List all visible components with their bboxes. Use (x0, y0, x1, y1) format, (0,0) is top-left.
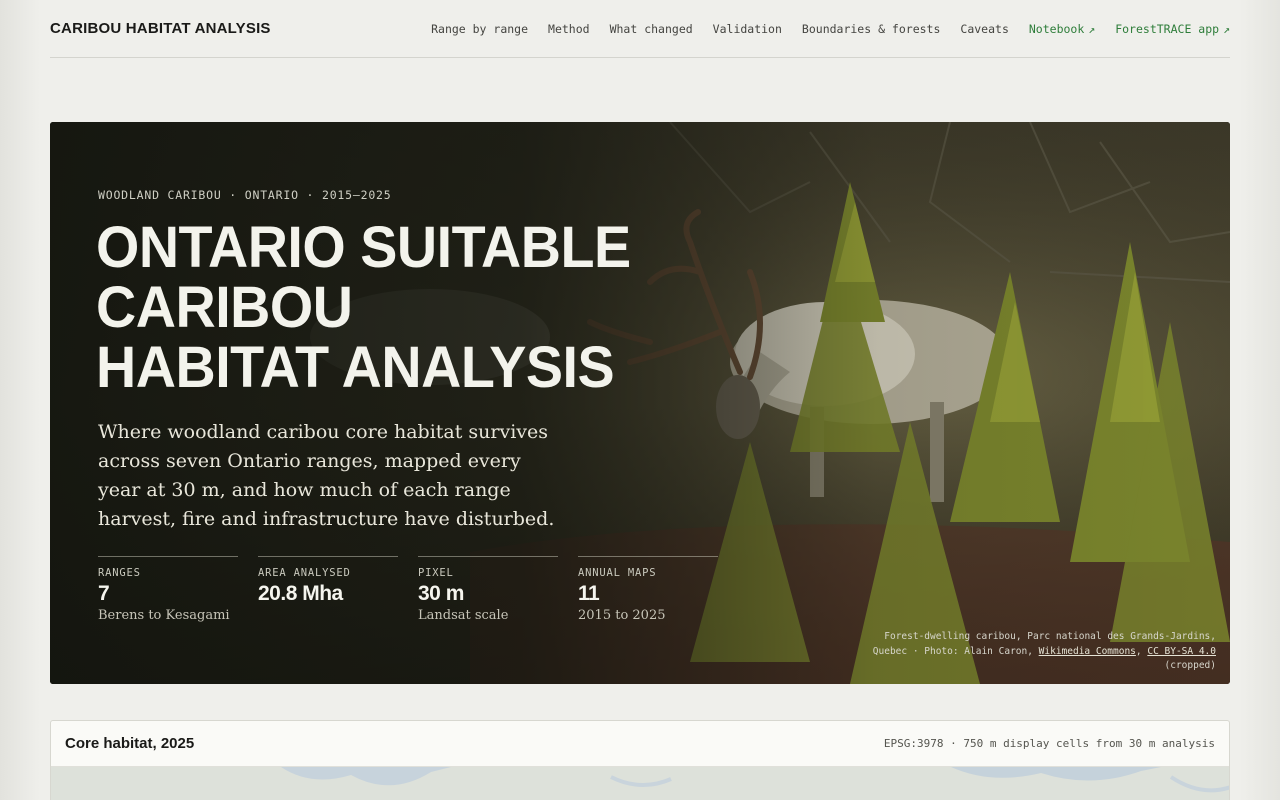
nav-method[interactable]: Method (548, 22, 590, 36)
card-header: Core habitat, 2025 EPSG:3978 · 750 m dis… (51, 721, 1229, 767)
credit-line: (cropped) (1164, 660, 1216, 671)
nav-what-changed[interactable]: What changed (610, 22, 693, 36)
stat-value: 20.8 Mha (258, 582, 343, 605)
photo-credit: Forest-dwelling caribou, Parc national d… (836, 630, 1216, 674)
stat-label: PIXEL (418, 567, 454, 579)
hero-stats: RANGES 7 Berens to Kesagami AREA ANALYSE… (98, 556, 718, 623)
main-nav: Range by range Method What changed Valid… (431, 22, 1230, 36)
nav-validation[interactable]: Validation (713, 22, 782, 36)
credit-line: Forest-dwelling caribou, Parc national d… (884, 631, 1216, 642)
card-title: Core habitat, 2025 (65, 735, 195, 752)
license-link[interactable]: CC BY-SA 4.0 (1147, 646, 1216, 657)
card-meta: EPSG:3978 · 750 m display cells from 30 … (883, 737, 1215, 750)
stat-sub: Landsat scale (418, 608, 509, 623)
nav-notebook-label: Notebook (1028, 21, 1085, 36)
stat-label: ANNUAL MAPS (578, 567, 657, 579)
stat-pixel: PIXEL 30 m Landsat scale (418, 556, 558, 623)
stat-value: 7 (98, 582, 110, 605)
core-habitat-card: Core habitat, 2025 EPSG:3978 · 750 m dis… (50, 720, 1230, 800)
hero-section: WOODLAND CARIBOU · ONTARIO · 2015–2025 O… (50, 122, 1230, 684)
stat-label: RANGES (98, 567, 141, 579)
stat-area-analysed: AREA ANALYSED 20.8 Mha (258, 556, 398, 623)
nav-foresttrace-link[interactable]: ForestTRACE app ↗ (1115, 22, 1230, 36)
wikimedia-commons-link[interactable]: Wikimedia Commons (1039, 646, 1136, 657)
hero-lede: Where woodland caribou core habitat surv… (98, 421, 555, 530)
stat-annual-maps: ANNUAL MAPS 11 2015 to 2025 (578, 556, 718, 623)
habitat-map[interactable] (51, 767, 1230, 800)
page-edge-left (0, 0, 40, 800)
hero-title-line: ONTARIO SUITABLE (96, 215, 631, 280)
credit-line: Quebec · Photo: Alain Caron, Wikimedia C… (836, 645, 1216, 660)
hero-title: ONTARIO SUITABLE CARIBOU HABITAT ANALYSI… (96, 218, 672, 398)
hero-eyebrow: WOODLAND CARIBOU · ONTARIO · 2015–2025 (98, 188, 392, 202)
hero-title-line: HABITAT ANALYSIS (96, 335, 615, 400)
credit-separator: , (1135, 645, 1148, 657)
site-brand[interactable]: CARIBOU HABITAT ANALYSIS (50, 20, 271, 37)
stat-sub: Berens to Kesagami (98, 608, 230, 623)
credit-prefix: Quebec · Photo: Alain Caron, (872, 645, 1039, 657)
external-link-icon: ↗ (1088, 21, 1096, 36)
stat-value: 11 (578, 582, 600, 605)
nav-caveats[interactable]: Caveats (960, 22, 1008, 36)
nav-boundaries-forests[interactable]: Boundaries & forests (802, 22, 940, 36)
nav-notebook-link[interactable]: Notebook ↗ (1029, 22, 1095, 36)
stat-label: AREA ANALYSED (258, 567, 351, 579)
nav-range-by-range[interactable]: Range by range (431, 22, 528, 36)
nav-foresttrace-label: ForestTRACE app (1115, 21, 1220, 36)
hero-title-line: CARIBOU (96, 275, 353, 340)
stat-sub: 2015 to 2025 (578, 608, 666, 623)
page-edge-right (1240, 0, 1280, 800)
external-link-icon: ↗ (1223, 21, 1230, 36)
stat-value: 30 m (418, 582, 464, 605)
top-bar: CARIBOU HABITAT ANALYSIS Range by range … (50, 0, 1230, 58)
stat-ranges: RANGES 7 Berens to Kesagami (98, 556, 238, 623)
